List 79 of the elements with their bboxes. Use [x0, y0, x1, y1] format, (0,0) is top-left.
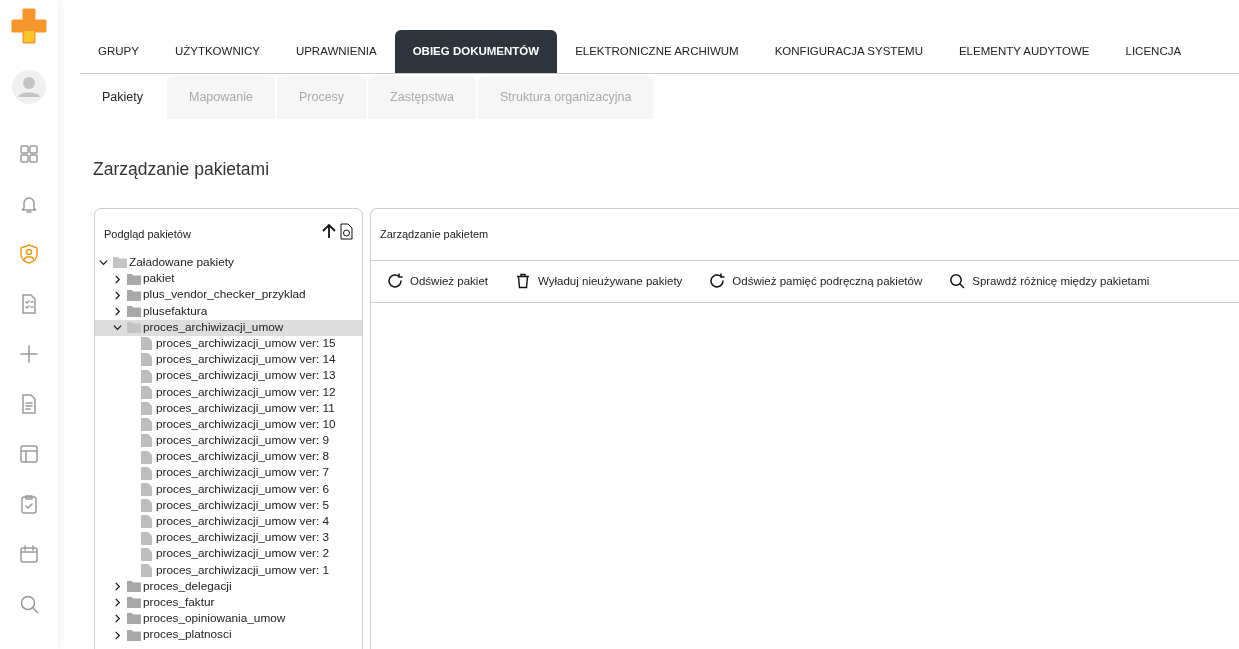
tree-item[interactable]: proces_archiwizacji_umow ver: 2	[95, 546, 362, 563]
folder-icon	[127, 273, 141, 285]
tab[interactable]: OBIEG DOKUMENTÓW	[394, 30, 558, 73]
tree-item[interactable]: proces_archiwizacji_umow ver: 6	[95, 481, 362, 498]
action-button[interactable]: Odśwież pamięć podręczną pakietów	[709, 272, 923, 290]
tree-item[interactable]: proces_archiwizacji_umow ver: 15	[95, 335, 362, 352]
clipboard-check-icon[interactable]	[19, 494, 39, 514]
refresh-icon	[387, 273, 403, 290]
file-icon	[141, 499, 152, 513]
file-icon	[141, 369, 152, 383]
file-icon	[141, 466, 152, 480]
tree-item[interactable]: proces_opiniowania_umow	[95, 610, 362, 628]
logo-icon	[11, 8, 47, 44]
search-icon[interactable]	[19, 594, 39, 614]
tab[interactable]: LICENCJA	[1107, 30, 1200, 73]
file-refresh-icon[interactable]	[340, 223, 353, 241]
file-icon	[141, 385, 152, 399]
file-icon	[141, 353, 152, 367]
file-icon	[141, 482, 152, 496]
tree-item[interactable]: proces_archiwizacji_umow ver: 3	[95, 529, 362, 547]
page-title: Zarządzanie pakietami	[93, 158, 271, 181]
chevron-down-icon[interactable]	[99, 258, 108, 268]
calendar-icon[interactable]	[19, 544, 39, 564]
tree-item[interactable]: proces_archiwizacji_umow ver: 8	[95, 449, 362, 466]
checklist-icon[interactable]	[19, 294, 39, 314]
tree-item[interactable]: proces_archiwizacji_umow ver: 12	[95, 384, 362, 401]
tree-item[interactable]: proces_archiwizacji_umow ver: 7	[95, 465, 362, 482]
tab[interactable]: UŻYTKOWNICY	[156, 30, 278, 73]
tree-item[interactable]: proces_archiwizacji_umow ver: 4	[95, 513, 362, 530]
grid-icon[interactable]	[19, 144, 39, 164]
tab[interactable]: ELEKTRONICZNE ARCHIWUM	[557, 30, 757, 73]
panel-title: Zarządzanie pakietem	[380, 228, 489, 241]
action-button[interactable]: Odśwież pakiet	[387, 272, 488, 290]
layout-icon[interactable]	[19, 444, 39, 464]
file-icon	[141, 418, 152, 432]
tab[interactable]: UPRAWNIENIA	[277, 30, 395, 73]
chevron-down-icon[interactable]	[113, 323, 122, 333]
tree-item[interactable]: proces_archiwizacji_umow ver: 1	[95, 562, 362, 579]
tree-item[interactable]: proces_archiwizacji_umow	[95, 319, 362, 336]
file-icon	[141, 434, 152, 448]
tree-item[interactable]: proces_faktur	[95, 594, 362, 611]
tree-item[interactable]: proces_platnosci	[95, 627, 362, 644]
tree-item[interactable]: Załadowane pakiety	[95, 254, 362, 271]
tree-item[interactable]: proces_archiwizacji_umow ver: 10	[95, 416, 362, 433]
refresh-icon	[709, 273, 726, 290]
file-icon	[141, 402, 152, 416]
tree-item[interactable]: proces_archiwizacji_umow ver: 9	[95, 432, 362, 449]
tab[interactable]: GRUPY	[80, 30, 157, 73]
tree-item[interactable]: proces_archiwizacji_umow ver: 11	[95, 400, 362, 417]
folder-icon	[127, 581, 141, 593]
folder-icon	[127, 289, 141, 301]
tree-item[interactable]: proces_delegacji	[95, 578, 362, 595]
tree-item[interactable]: plusefaktura	[95, 303, 362, 320]
folder-icon	[127, 597, 141, 609]
search-icon	[949, 273, 966, 290]
file-icon	[141, 450, 152, 464]
action-button[interactable]: Sprawdź różnicę między pakietami	[949, 272, 1150, 290]
folder-icon	[127, 322, 141, 334]
folder-icon	[127, 613, 141, 625]
file-icon	[141, 547, 152, 561]
tree-item[interactable]: proces_archiwizacji_umow ver: 5	[95, 497, 362, 514]
tree-item[interactable]: proces_archiwizacji_umow ver: 13	[95, 368, 362, 385]
file-icon	[141, 515, 152, 529]
tree-item[interactable]: plus_vendor_checker_przyklad	[95, 287, 362, 304]
tab[interactable]: ELEMENTY AUDYTOWE	[940, 30, 1108, 73]
tree-item[interactable]: pakiet	[95, 270, 362, 288]
file-icon	[141, 531, 152, 545]
tab[interactable]: KONFIGURACJA SYSTEMU	[756, 30, 941, 73]
folder-icon	[127, 305, 141, 317]
file-icon	[141, 563, 152, 577]
file-icon	[141, 337, 152, 351]
tree-item[interactable]: proces_archiwizacji_umow ver: 14	[95, 351, 362, 369]
trash-icon	[515, 273, 531, 290]
action-button[interactable]: Wyładuj nieużywane pakiety	[515, 272, 683, 290]
panel-title: Podgląd pakietów	[104, 227, 191, 243]
folder-icon	[113, 257, 127, 269]
folder-icon	[127, 629, 141, 641]
arrow-up-icon[interactable]	[322, 223, 336, 240]
bell-icon[interactable]	[19, 194, 39, 214]
